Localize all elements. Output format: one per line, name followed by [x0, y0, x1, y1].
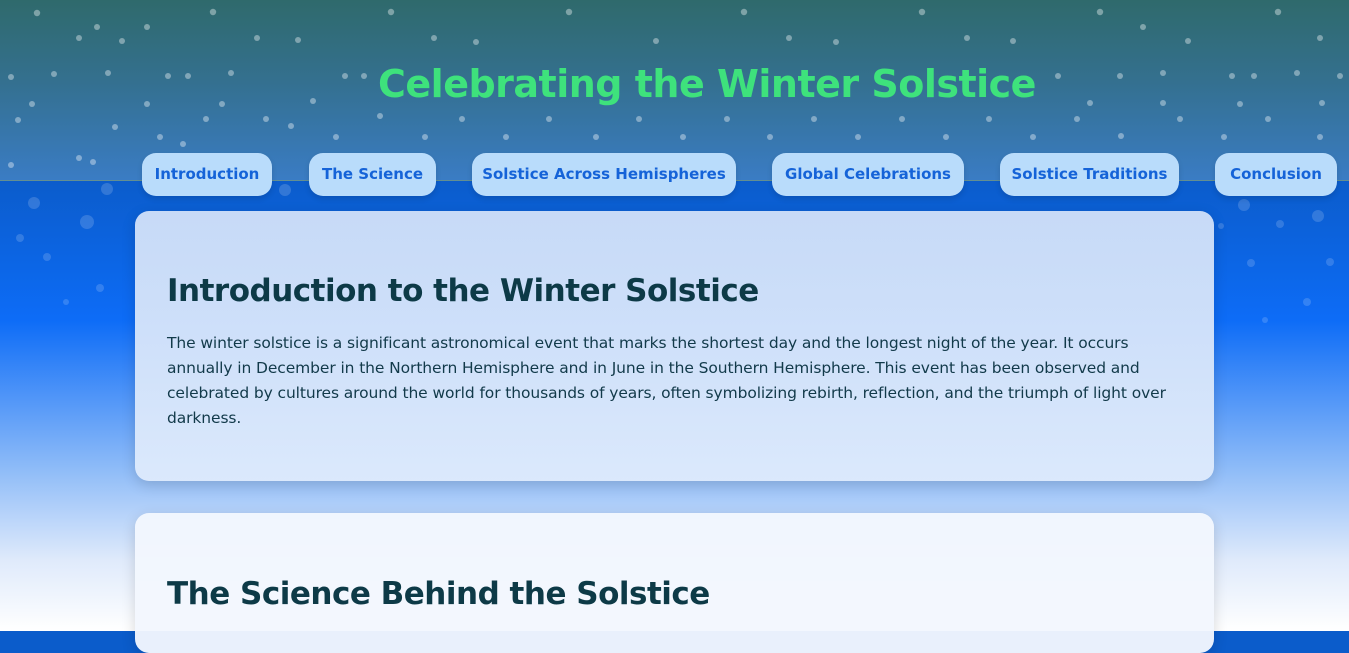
nav-tab-conclusion[interactable]: Conclusion — [1215, 153, 1337, 196]
science-section: The Science Behind the Solstice — [135, 513, 1214, 653]
section-heading-introduction: Introduction to the Winter Solstice — [167, 273, 759, 309]
page-title: Celebrating the Winter Solstice — [378, 62, 1036, 106]
introduction-section: Introduction to the Winter Solstice The … — [135, 211, 1214, 481]
nav-tab-solstice-traditions[interactable]: Solstice Traditions — [1000, 153, 1179, 196]
nav-tab-solstice-across-hemispheres[interactable]: Solstice Across Hemispheres — [472, 153, 736, 196]
nav-tab-the-science[interactable]: The Science — [309, 153, 436, 196]
nav-tab-global-celebrations[interactable]: Global Celebrations — [772, 153, 964, 196]
section-body-introduction: The winter solstice is a significant ast… — [167, 334, 1166, 427]
section-heading-science: The Science Behind the Solstice — [167, 576, 710, 612]
nav-tab-introduction[interactable]: Introduction — [142, 153, 272, 196]
